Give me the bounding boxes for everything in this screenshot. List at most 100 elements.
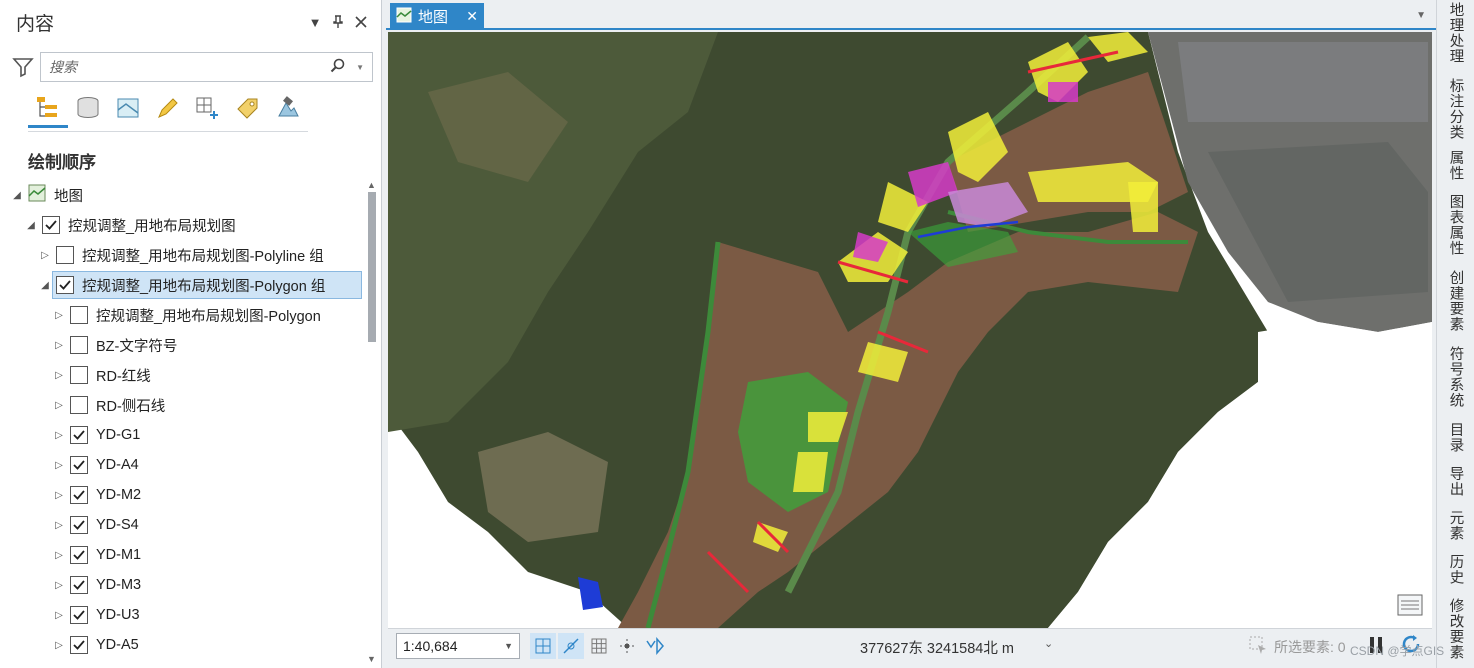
contents-pane: 内容 ▼ ▼ xyxy=(0,0,382,668)
expand-arrow-icon[interactable]: ▷ xyxy=(52,608,66,622)
correction-icon[interactable] xyxy=(642,633,668,659)
layer-tree-row[interactable]: ◢ 控规调整_用地布局规划图 xyxy=(0,210,364,240)
layer-tree-row[interactable]: ▷ YD-A4 xyxy=(0,450,364,480)
layer-visibility-checkbox[interactable] xyxy=(70,426,88,444)
collapse-arrow-icon[interactable]: ◢ xyxy=(10,188,24,202)
layer-tree-row[interactable]: ▷ 控规调整_用地布局规划图-Polyline 组 xyxy=(0,240,364,270)
layer-tree-row[interactable]: ▷ YD-G1 xyxy=(0,420,364,450)
layer-visibility-checkbox[interactable] xyxy=(70,366,88,384)
layer-visibility-checkbox[interactable] xyxy=(70,546,88,564)
scroll-down-arrow-icon[interactable]: ▼ xyxy=(367,654,376,664)
layer-tree-row[interactable]: ▷ YD-U3 xyxy=(0,600,364,630)
layer-visibility-checkbox[interactable] xyxy=(70,306,88,324)
contents-header: 内容 ▼ xyxy=(0,0,381,44)
search-input[interactable] xyxy=(49,59,331,75)
pin-icon[interactable] xyxy=(328,12,348,32)
layer-tree-row[interactable]: ▷ YD-M3 xyxy=(0,570,364,600)
dock-tab[interactable]: 地理处理 xyxy=(1437,2,1474,64)
layer-label: 控规调整_用地布局规划图-Polyline 组 xyxy=(82,248,324,265)
dock-tab[interactable]: 符号系统 xyxy=(1437,346,1474,408)
dock-tab[interactable]: 标注分类 xyxy=(1437,78,1474,140)
map-notes-icon[interactable] xyxy=(1396,593,1424,620)
expand-arrow-icon[interactable]: ▷ xyxy=(52,518,66,532)
layer-visibility-checkbox[interactable] xyxy=(42,216,60,234)
expand-arrow-icon[interactable]: ▷ xyxy=(52,338,66,352)
layer-tree-row[interactable]: ▷ BZ-文字符号 xyxy=(0,330,364,360)
list-by-labeling-icon[interactable] xyxy=(228,88,268,128)
scale-dropdown-icon[interactable]: ▼ xyxy=(504,641,513,651)
expand-arrow-icon[interactable]: ▷ xyxy=(52,368,66,382)
scale-value: 1:40,684 xyxy=(403,638,458,654)
dock-tab[interactable]: 创建要素 xyxy=(1437,270,1474,332)
pane-options-chevron-icon[interactable]: ▼ xyxy=(305,12,325,32)
map-canvas[interactable] xyxy=(388,32,1432,628)
layer-label: YD-U3 xyxy=(96,607,140,623)
tab-overflow-chevron-icon[interactable]: ▼ xyxy=(1416,10,1426,21)
layer-tree-row[interactable]: ▷ RD-红线 xyxy=(0,360,364,390)
expand-arrow-icon[interactable]: ▷ xyxy=(52,488,66,502)
map-view[interactable] xyxy=(388,32,1432,628)
expand-arrow-icon[interactable]: ▷ xyxy=(52,428,66,442)
expand-arrow-icon[interactable]: ▷ xyxy=(52,548,66,562)
dock-tab[interactable]: 历史 xyxy=(1437,554,1474,585)
layer-visibility-checkbox[interactable] xyxy=(70,396,88,414)
dock-tab[interactable]: 属性 xyxy=(1437,150,1474,181)
map-icon xyxy=(396,7,412,27)
tree-scrollbar[interactable]: ▲ ▼ xyxy=(366,180,378,666)
expand-arrow-icon[interactable]: ▷ xyxy=(52,578,66,592)
collapse-arrow-icon[interactable]: ◢ xyxy=(38,278,52,292)
list-by-drawing-order-icon[interactable] xyxy=(28,88,68,128)
search-icon[interactable] xyxy=(330,58,346,77)
layer-visibility-checkbox[interactable] xyxy=(70,456,88,474)
expand-arrow-icon[interactable]: ▷ xyxy=(52,398,66,412)
layer-label: YD-M2 xyxy=(96,487,142,503)
list-by-data-source-icon[interactable] xyxy=(68,88,108,128)
layer-label: YD-M1 xyxy=(96,547,142,563)
layer-visibility-checkbox[interactable] xyxy=(56,276,74,294)
layer-tree-row[interactable]: ▷ YD-M1 xyxy=(0,540,364,570)
filter-icon[interactable] xyxy=(12,56,34,78)
list-by-editing-icon[interactable] xyxy=(148,88,188,128)
list-by-snapping-icon[interactable] xyxy=(188,88,228,128)
expand-arrow-icon[interactable]: ▷ xyxy=(52,458,66,472)
list-by-selection-icon[interactable] xyxy=(108,88,148,128)
list-by-perspective-imagery-icon[interactable] xyxy=(268,88,308,128)
layer-visibility-checkbox[interactable] xyxy=(70,516,88,534)
close-pane-icon[interactable] xyxy=(351,12,371,32)
toolbar-divider xyxy=(28,131,308,132)
layer-tree-row[interactable]: ▷ 控规调整_用地布局规划图-Polygon xyxy=(0,300,364,330)
scroll-up-arrow-icon[interactable]: ▲ xyxy=(367,180,376,190)
dock-tab[interactable]: 元素 xyxy=(1437,510,1474,541)
layer-tree-row[interactable]: ▷ YD-A5 xyxy=(0,630,364,660)
layer-tree-row[interactable]: ◢ 地图 xyxy=(0,180,364,210)
dock-tab[interactable]: 目录 xyxy=(1437,422,1474,453)
snapping-icon[interactable] xyxy=(558,633,584,659)
scroll-thumb[interactable] xyxy=(368,192,376,342)
dock-tab[interactable]: 导出 xyxy=(1437,466,1474,497)
layer-visibility-checkbox[interactable] xyxy=(70,606,88,624)
close-tab-icon[interactable]: ✕ xyxy=(466,8,478,25)
layer-tree-row[interactable]: ▷ YD-M2 xyxy=(0,480,364,510)
expand-arrow-icon[interactable]: ▷ xyxy=(52,638,66,652)
layer-visibility-checkbox[interactable] xyxy=(56,246,74,264)
layer-visibility-checkbox[interactable] xyxy=(70,336,88,354)
layer-visibility-checkbox[interactable] xyxy=(70,636,88,654)
collapse-arrow-icon[interactable]: ◢ xyxy=(24,218,38,232)
layer-tree-row[interactable]: ▷ YD-S4 xyxy=(0,510,364,540)
constraints-icon[interactable] xyxy=(614,633,640,659)
search-dropdown-icon[interactable]: ▼ xyxy=(356,63,364,72)
layer-visibility-checkbox[interactable] xyxy=(70,486,88,504)
layer-visibility-checkbox[interactable] xyxy=(70,576,88,594)
tab-map[interactable]: 地图 ✕ xyxy=(390,3,484,30)
layer-tree-row[interactable]: ◢ 控规调整_用地布局规划图-Polygon 组 xyxy=(0,270,364,300)
grid-icon[interactable] xyxy=(586,633,612,659)
scale-selector[interactable]: 1:40,684 ▼ xyxy=(396,633,520,659)
arcgis-pro-window: 内容 ▼ ▼ xyxy=(0,0,1474,668)
expand-arrow-icon[interactable]: ▷ xyxy=(38,248,52,262)
dock-tab-label: 属性 xyxy=(1447,150,1464,181)
layer-tree-row[interactable]: ▷ RD-侧石线 xyxy=(0,390,364,420)
fixed-zoom-icon[interactable] xyxy=(530,633,556,659)
coordinates-dropdown-icon[interactable]: ⌄ xyxy=(1044,637,1053,650)
dock-tab[interactable]: 图表属性 xyxy=(1437,194,1474,256)
expand-arrow-icon[interactable]: ▷ xyxy=(52,308,66,322)
